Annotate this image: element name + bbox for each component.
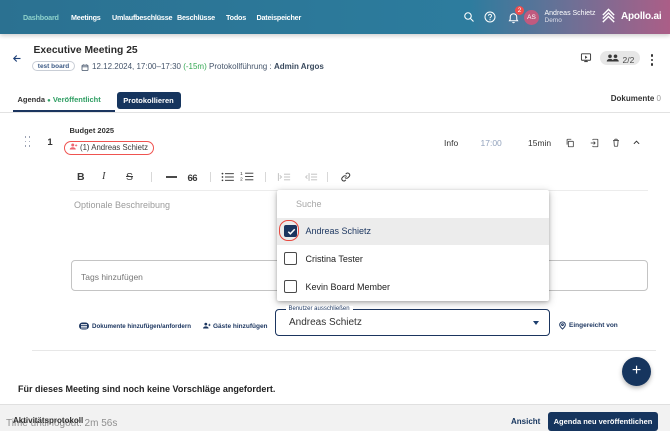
svg-text:1: 1 (240, 171, 243, 176)
svg-text:2: 2 (240, 177, 243, 182)
